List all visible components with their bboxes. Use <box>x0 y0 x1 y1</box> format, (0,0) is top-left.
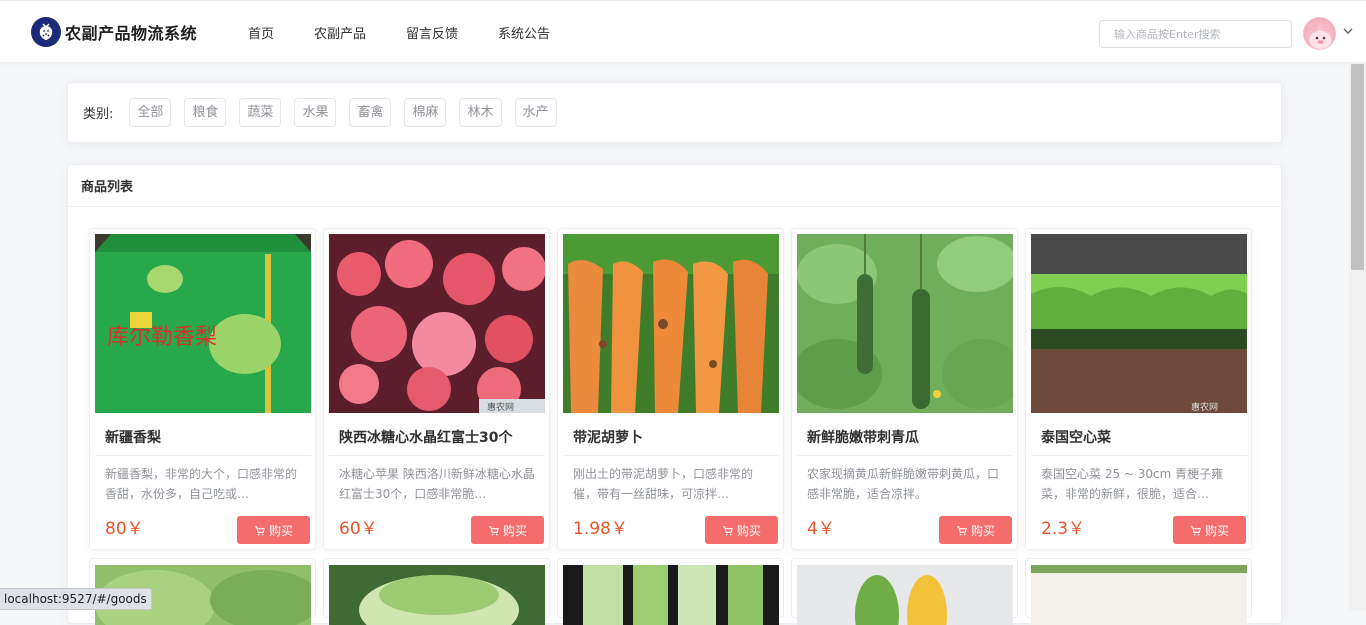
goods-description: 新疆香梨，非常的大个，口感非常的香甜，水份多，自己吃或… <box>105 467 298 501</box>
app-title: 农副产品物流系统 <box>65 24 198 43</box>
goods-image-chinese-cabbage[interactable] <box>329 565 545 625</box>
buy-button[interactable]: 购买 <box>471 516 544 544</box>
goods-description: 冰糖心苹果 陕西洛川新鲜冰糖心水晶红富士30个，口感非常脆… <box>339 467 535 501</box>
buy-button-label: 购买 <box>970 523 995 538</box>
status-url: localhost:9527/#/goods <box>0 588 152 610</box>
cart-icon <box>722 525 733 535</box>
goods-name[interactable]: 新鲜脆嫩带刺青瓜 <box>807 427 919 447</box>
category-tag-fruit[interactable]: 水果 <box>294 98 337 127</box>
svg-text:惠农网: 惠农网 <box>1191 401 1218 413</box>
strawberry-logo-icon <box>31 17 61 47</box>
nav-feedback[interactable]: 留言反馈 <box>406 23 458 42</box>
goods-card[interactable] <box>791 558 1018 625</box>
category-label: 类别: <box>83 107 114 122</box>
buy-button[interactable]: 购买 <box>1173 516 1246 544</box>
goods-card[interactable]: 带泥胡萝卜 刚出土的带泥胡萝卜，口感非常的催，带有一丝甜味，可凉拌… 1.98￥… <box>557 228 784 550</box>
category-filter: 类别: 全部 粮食 蔬菜 水果 畜禽 棉麻 林木 水产 <box>67 82 1282 143</box>
goods-description: 刚出土的带泥胡萝卜，口感非常的催，带有一丝甜味，可凉拌… <box>573 467 754 501</box>
goods-card[interactable]: 新鲜脆嫩带刺青瓜 农家现摘黄瓜新鲜脆嫩带刺黄瓜，口感非常脆，适合凉拌。 4￥ 购… <box>791 228 1018 550</box>
goods-name[interactable]: 新疆香梨 <box>105 427 161 447</box>
category-tag-vegetables[interactable]: 蔬菜 <box>239 98 282 127</box>
category-tag-forestry[interactable]: 林木 <box>459 98 502 127</box>
goods-card[interactable]: 惠农网 泰国空心菜 泰国空心菜 25 ~ 30cm 青梗子雍菜，非常的新鲜，很脆… <box>1025 228 1252 550</box>
chevron-down-icon[interactable] <box>1342 25 1354 37</box>
goods-list: 商品列表 库尔勒香梨 新疆香梨 新疆香梨，非常的大个，口感非常的香甜，水份多，自… <box>67 164 1282 625</box>
divider <box>329 455 545 456</box>
cart-icon <box>1190 525 1201 535</box>
scrollbar-thumb[interactable] <box>1351 64 1364 270</box>
category-tag-all[interactable]: 全部 <box>129 98 172 127</box>
category-tag-livestock[interactable]: 畜禽 <box>349 98 392 127</box>
goods-card[interactable] <box>557 558 784 625</box>
goods-name[interactable]: 泰国空心菜 <box>1041 427 1111 447</box>
top-navbar: 农副产品物流系统 首页 农副产品 留言反馈 系统公告 <box>0 0 1366 62</box>
goods-price: 4￥ <box>807 519 835 539</box>
goods-name[interactable]: 陕西冰糖心水晶红富士30个 <box>339 427 512 447</box>
buy-button-label: 购买 <box>1204 523 1229 538</box>
category-tag-grain[interactable]: 粮食 <box>184 98 227 127</box>
divider <box>563 455 779 456</box>
buy-button[interactable]: 购买 <box>237 516 310 544</box>
cart-icon <box>956 525 967 535</box>
goods-name[interactable]: 带泥胡萝卜 <box>573 427 643 447</box>
goods-description: 泰国空心菜 25 ~ 30cm 青梗子雍菜，非常的新鲜，很脆，适合… <box>1041 467 1224 501</box>
cart-icon <box>254 525 265 535</box>
buy-button-label: 购买 <box>736 523 761 538</box>
svg-text:惠农网: 惠农网 <box>487 401 514 413</box>
goods-card[interactable]: 库尔勒香梨 新疆香梨 新疆香梨，非常的大个，口感非常的香甜，水份多，自己吃或… … <box>89 228 316 550</box>
buy-button-label: 购买 <box>268 523 293 538</box>
category-tag-cotton-hemp[interactable]: 棉麻 <box>404 98 447 127</box>
goods-price: 60￥ <box>339 519 378 539</box>
goods-price: 2.3￥ <box>1041 519 1086 539</box>
goods-price: 1.98￥ <box>573 519 628 539</box>
avatar[interactable] <box>1303 17 1336 50</box>
divider <box>1031 455 1247 456</box>
goods-image-corn[interactable] <box>797 565 1013 625</box>
goods-image-cucumber[interactable] <box>797 234 1013 413</box>
nav-home[interactable]: 首页 <box>248 23 274 42</box>
divider <box>797 455 1013 456</box>
goods-image-carrot[interactable] <box>563 234 779 413</box>
nav-products[interactable]: 农副产品 <box>314 23 366 42</box>
goods-list-title: 商品列表 <box>68 165 1281 207</box>
main-nav: 首页 农副产品 留言反馈 系统公告 <box>248 1 590 63</box>
goods-image-pear[interactable]: 库尔勒香梨 <box>95 234 311 413</box>
goods-image-apple[interactable]: 惠农网 <box>329 234 545 413</box>
goods-price: 80￥ <box>105 519 144 539</box>
search-input[interactable] <box>1099 20 1292 48</box>
svg-text:库尔勒香梨: 库尔勒香梨 <box>107 325 217 350</box>
divider <box>95 455 311 456</box>
goods-image-leek[interactable] <box>563 565 779 625</box>
goods-card[interactable] <box>1025 558 1252 625</box>
buy-button-label: 购买 <box>502 523 527 538</box>
goods-image-product[interactable] <box>1031 565 1247 625</box>
logo[interactable]: 农副产品物流系统 <box>31 17 197 47</box>
cart-icon <box>488 525 499 535</box>
goods-image-water-spinach[interactable]: 惠农网 <box>1031 234 1247 413</box>
goods-description: 农家现摘黄瓜新鲜脆嫩带刺黄瓜，口感非常脆，适合凉拌。 <box>807 467 1000 501</box>
buy-button[interactable]: 购买 <box>705 516 778 544</box>
goods-card[interactable]: 惠农网 陕西冰糖心水晶红富士30个 冰糖心苹果 陕西洛川新鲜冰糖心水晶红富士30… <box>323 228 550 550</box>
nav-announcements[interactable]: 系统公告 <box>498 23 550 42</box>
category-tag-aquatic[interactable]: 水产 <box>514 98 557 127</box>
goods-card[interactable] <box>323 558 550 625</box>
buy-button[interactable]: 购买 <box>939 516 1012 544</box>
